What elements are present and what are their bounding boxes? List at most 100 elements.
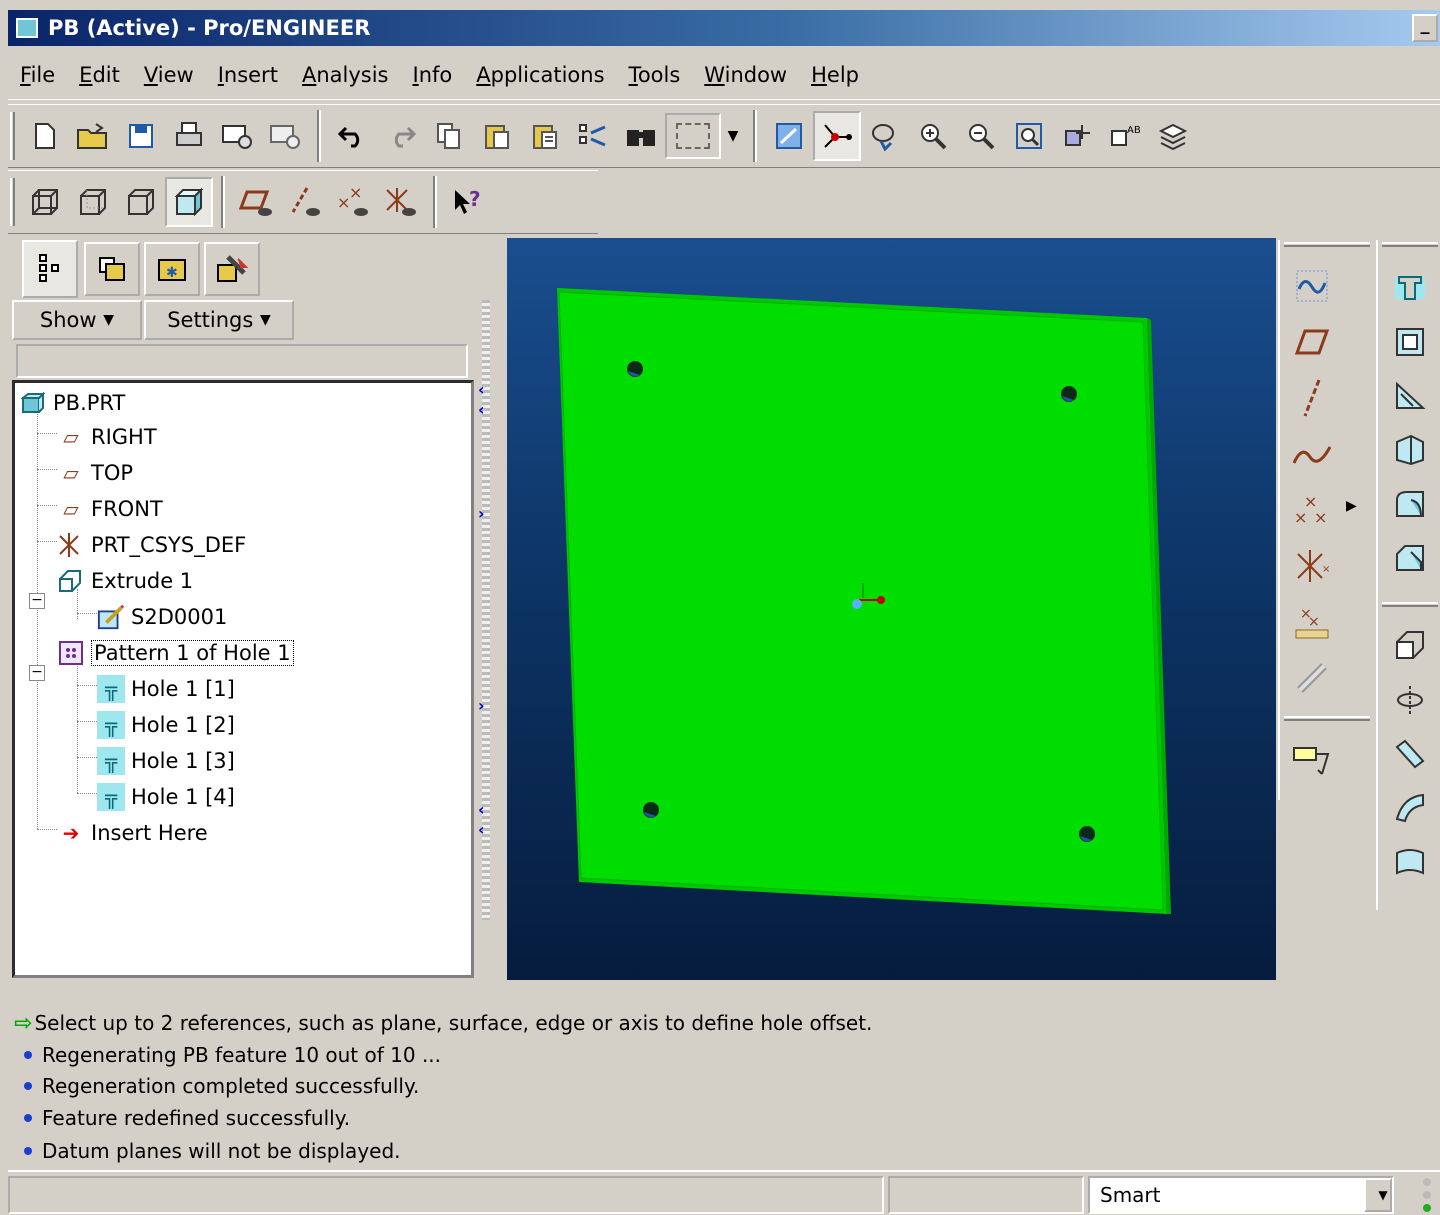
shell-tool-icon[interactable]: [1382, 316, 1438, 368]
menu-help[interactable]: Help: [799, 63, 871, 87]
menu-window[interactable]: Window: [692, 63, 799, 87]
hidden-line-icon[interactable]: [69, 177, 117, 227]
chain-icon[interactable]: [1284, 652, 1340, 704]
send-mail-icon[interactable]: [213, 111, 261, 161]
tree-filter-field[interactable]: [16, 344, 468, 378]
copy-icon[interactable]: [425, 111, 473, 161]
reorient-icon[interactable]: [1053, 111, 1101, 161]
hole-marker[interactable]: [643, 802, 659, 818]
tree-node-extrude-1[interactable]: Extrude 1: [57, 565, 193, 597]
blend-tool-icon[interactable]: [1382, 782, 1438, 834]
datum-planes-toggle-icon[interactable]: [233, 177, 281, 227]
datum-axes-toggle-icon[interactable]: [281, 177, 329, 227]
rib-tool-icon[interactable]: [1382, 370, 1438, 422]
menu-view[interactable]: View: [132, 63, 206, 87]
menu-tools[interactable]: Tools: [617, 63, 693, 87]
datum-curve-tool-icon[interactable]: [1284, 428, 1340, 480]
part-model-view[interactable]: [507, 238, 1276, 980]
orient-mode-icon[interactable]: [861, 111, 909, 161]
connections-tab-icon[interactable]: [204, 242, 260, 296]
hole-marker[interactable]: [627, 361, 643, 377]
tree-node-top[interactable]: ▱ TOP: [57, 457, 133, 489]
zoom-in-icon[interactable]: [909, 111, 957, 161]
extrude-tool-icon[interactable]: [1382, 620, 1438, 672]
hole-marker[interactable]: [1079, 826, 1095, 842]
tree-node-s2d0001[interactable]: S2D0001: [97, 601, 227, 633]
menu-analysis[interactable]: Analysis: [290, 63, 401, 87]
draft-tool-icon[interactable]: [1382, 424, 1438, 476]
mail-attach-icon[interactable]: [261, 111, 309, 161]
collapse-extrude-button[interactable]: −: [29, 593, 45, 609]
tree-node-right[interactable]: ▱ RIGHT: [57, 421, 156, 453]
menu-edit[interactable]: Edit: [67, 63, 132, 87]
datum-axis-tool-icon[interactable]: [1284, 372, 1340, 424]
menu-info[interactable]: Info: [400, 63, 464, 87]
expand-right-icon[interactable]: ›: [478, 696, 485, 715]
coord-systems-toggle-icon[interactable]: [377, 177, 425, 227]
dropdown-arrow-icon[interactable]: ▼: [721, 113, 745, 159]
graphics-window[interactable]: [507, 238, 1276, 980]
spin-center-icon[interactable]: [813, 111, 861, 161]
new-file-icon[interactable]: [21, 111, 69, 161]
toolbar-grip[interactable]: [1382, 602, 1438, 607]
folder-browser-tab-icon[interactable]: [84, 242, 140, 296]
datum-plane-tool-icon[interactable]: [1284, 316, 1340, 368]
menu-file[interactable]: File: [8, 63, 67, 87]
open-folder-icon[interactable]: [69, 111, 117, 161]
context-help-icon[interactable]: ?: [445, 177, 493, 227]
collapse-left-icon[interactable]: ‹: [478, 380, 485, 399]
paste-icon[interactable]: [473, 111, 521, 161]
flyout-arrow-icon[interactable]: ▶: [1346, 498, 1357, 514]
search-icon[interactable]: [617, 111, 665, 161]
coord-system-tool-icon[interactable]: ×: [1284, 540, 1340, 592]
minimize-button[interactable]: _: [1412, 14, 1438, 42]
shading-icon[interactable]: [165, 177, 213, 227]
hole-tool-icon[interactable]: [1382, 262, 1438, 314]
tree-node-insert-here[interactable]: ➔ Insert Here: [57, 817, 208, 849]
tree-node-hole-1-2[interactable]: ╦ Hole 1 [2]: [97, 709, 235, 741]
tree-node-front[interactable]: ▱ FRONT: [57, 493, 162, 525]
annotation-icon[interactable]: [1284, 734, 1340, 786]
datum-points-toggle-icon[interactable]: × ×: [329, 177, 377, 227]
tree-node-prt-csys-def[interactable]: PRT_CSYS_DEF: [57, 529, 246, 561]
tree-node-hole-1-3[interactable]: ╦ Hole 1 [3]: [97, 745, 235, 777]
toolbar-grip[interactable]: [1284, 716, 1370, 721]
chamfer-tool-icon[interactable]: [1382, 532, 1438, 584]
tree-node-pattern-1[interactable]: Pattern 1 of Hole 1: [57, 637, 294, 669]
panel-splitter[interactable]: ‹ ‹ › › ‹ ‹: [478, 240, 506, 980]
menu-applications[interactable]: Applications: [464, 63, 616, 87]
zoom-out-icon[interactable]: [957, 111, 1005, 161]
selection-box-icon[interactable]: [665, 113, 721, 159]
undo-icon[interactable]: [329, 111, 377, 161]
analysis-feature-icon[interactable]: × ×: [1284, 596, 1340, 648]
traffic-light-icon[interactable]: [1418, 1176, 1436, 1214]
collapse-left-icon[interactable]: ‹: [478, 400, 485, 419]
selection-filter-select[interactable]: Smart ▼: [1088, 1176, 1394, 1214]
layers-icon[interactable]: [1149, 111, 1197, 161]
datum-point-tool-icon[interactable]: × × ×: [1284, 484, 1340, 536]
revolve-tool-icon[interactable]: [1382, 674, 1438, 726]
refit-icon[interactable]: [1005, 111, 1053, 161]
chevron-down-icon[interactable]: ▼: [1364, 1178, 1392, 1212]
toolbar-grip[interactable]: [10, 112, 15, 160]
round-tool-icon[interactable]: [1382, 478, 1438, 530]
toolbar-grip[interactable]: [10, 178, 15, 226]
expand-right-icon[interactable]: ›: [478, 504, 485, 523]
model-tree-tab-icon[interactable]: [22, 240, 78, 298]
sweep-tool-icon[interactable]: [1382, 728, 1438, 780]
regenerate-icon[interactable]: [569, 111, 617, 161]
hole-marker[interactable]: [1061, 386, 1077, 402]
no-hidden-icon[interactable]: [117, 177, 165, 227]
toolbar-grip[interactable]: [1284, 242, 1370, 247]
repaint-icon[interactable]: [765, 111, 813, 161]
favorites-tab-icon[interactable]: ✱: [144, 242, 200, 296]
wireframe-icon[interactable]: [21, 177, 69, 227]
sketched-datum-curve-icon[interactable]: [1284, 260, 1340, 312]
paste-special-icon[interactable]: [521, 111, 569, 161]
collapse-left-icon[interactable]: ‹: [478, 820, 485, 839]
tree-node-hole-1-1[interactable]: ╦ Hole 1 [1]: [97, 673, 235, 705]
toolbar-grip[interactable]: [1382, 242, 1438, 247]
save-icon[interactable]: [117, 111, 165, 161]
settings-dropdown[interactable]: Settings ▼: [144, 300, 294, 340]
boundary-blend-icon[interactable]: [1382, 836, 1438, 888]
